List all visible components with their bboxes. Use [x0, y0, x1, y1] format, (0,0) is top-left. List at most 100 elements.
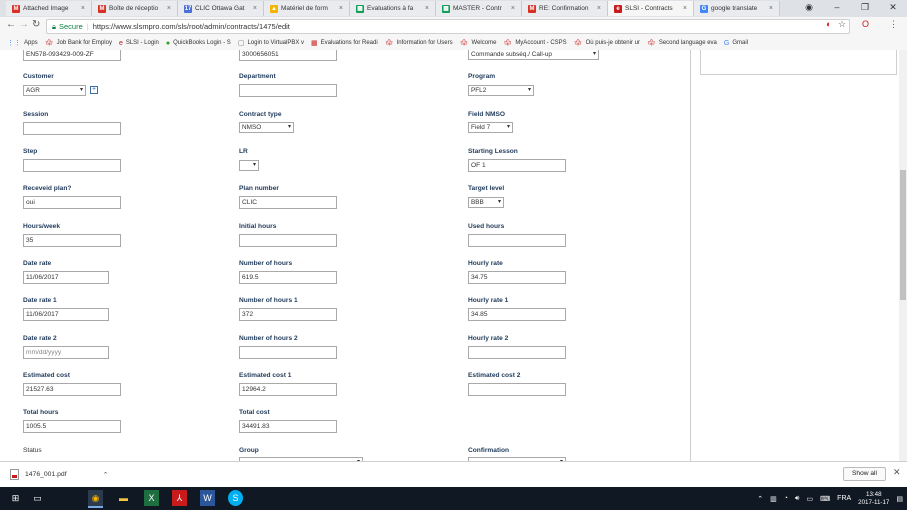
forward-button[interactable]: →	[19, 19, 29, 30]
customer-select[interactable]: AGR	[23, 85, 86, 96]
plan-number-field[interactable]: CLIC	[239, 196, 337, 209]
number-of-hours-1-field[interactable]: 372	[239, 308, 337, 321]
contract-type-select[interactable]: NMSO	[239, 122, 294, 133]
tab-close-icon[interactable]: ×	[339, 5, 343, 12]
bookmark-item[interactable]: ▦ Evaluations for Readi	[311, 39, 378, 47]
hourly-rate-field[interactable]: 34.75	[468, 271, 566, 284]
tab-close-icon[interactable]: ×	[167, 5, 171, 12]
starting-lesson-field[interactable]: OF 1	[468, 159, 566, 172]
bookmark-item[interactable]: ▢ Login to VirtualPBX v	[238, 39, 304, 47]
keyboard-icon[interactable]: ⌨	[820, 495, 830, 503]
bookmark-item[interactable]: 🍁︎ Second language eva	[647, 39, 717, 47]
word-icon[interactable]: W	[200, 490, 215, 506]
total-hours-field[interactable]: 1005.5	[23, 420, 121, 433]
lr-label: LR	[239, 148, 248, 155]
target-level-select[interactable]: BBB	[468, 197, 504, 208]
bookmark-item[interactable]: ⋮⋮ Apps	[7, 39, 38, 47]
bookmark-item[interactable]: ● QuickBooks Login - S	[166, 40, 231, 47]
tab-close-icon[interactable]: ×	[81, 5, 85, 12]
browser-tab[interactable]: M Boîte de réceptio ×	[92, 1, 178, 16]
used-hours-field[interactable]	[468, 234, 566, 247]
file-explorer-icon[interactable]: ▬	[116, 490, 131, 506]
bookmark-item[interactable]: e SLSI - Login	[119, 40, 159, 47]
po-number-field[interactable]: 3000656051	[239, 50, 337, 61]
step-field[interactable]	[23, 159, 121, 172]
bookmark-item[interactable]: 🍁︎ Job Bank for Employ	[45, 39, 112, 47]
download-item[interactable]: 1476_001.pdf ⌃	[10, 469, 108, 480]
opera-extension-icon[interactable]: O	[862, 19, 869, 29]
browser-tab[interactable]: M RE: Confirmation ×	[522, 1, 608, 16]
hourly-rate-1-field[interactable]: 34.85	[468, 308, 566, 321]
extension-icon[interactable]: ◐	[826, 19, 831, 29]
call-up-select[interactable]: Commande subséq./ Call-up	[468, 50, 599, 60]
estimated-cost-1-field[interactable]: 12964.2	[239, 383, 337, 396]
initial-hours-field[interactable]	[239, 234, 337, 247]
scrollbar-thumb[interactable]	[900, 170, 906, 300]
battery-icon[interactable]: ▭	[806, 495, 813, 503]
close-downloads-icon[interactable]: ✕	[893, 467, 901, 478]
chrome-taskbar-icon[interactable]: ◉	[88, 490, 103, 508]
hourly-rate-2-field[interactable]	[468, 346, 566, 359]
browser-tab[interactable]: e SLSI - Contracts ×	[608, 1, 694, 16]
excel-icon[interactable]: X	[144, 490, 159, 506]
network-icon[interactable]: ▥	[770, 495, 777, 503]
lr-select[interactable]	[239, 160, 259, 171]
bookmark-item[interactable]: 🍁︎ Où puis-je obtenir ur	[574, 39, 640, 47]
session-field[interactable]	[23, 122, 121, 135]
show-all-button[interactable]: Show all	[843, 467, 886, 481]
address-bar[interactable]: 🔒︎ Secure | https://www.slsmpro.com/sls/…	[46, 19, 850, 34]
bookmark-item[interactable]: 🍁︎ MyAccount - CSPS	[503, 39, 566, 47]
tab-close-icon[interactable]: ×	[597, 5, 601, 12]
department-field[interactable]	[239, 84, 337, 97]
browser-tab[interactable]: Ggoogle translate ×	[694, 1, 780, 16]
total-cost-field[interactable]: 34491.83	[239, 420, 337, 433]
browser-tab[interactable]: ▦ MASTER - Contr ×	[436, 1, 522, 16]
language-indicator[interactable]: FRA	[837, 495, 851, 502]
notifications-icon[interactable]: ▤	[896, 495, 903, 503]
close-window-button[interactable]: ✕	[879, 0, 907, 15]
date-rate-2-field[interactable]: mm/dd/yyyy	[23, 346, 109, 359]
tab-title: Boîte de réceptio	[109, 5, 159, 12]
add-customer-button[interactable]: +	[90, 86, 98, 94]
skype-icon[interactable]: S	[228, 490, 243, 506]
profile-icon[interactable]: ◉	[795, 0, 823, 15]
estimated-cost-field[interactable]: 21527.63	[23, 383, 121, 396]
acrobat-icon[interactable]: ⅄	[172, 490, 187, 506]
bookmark-item[interactable]: 🍁︎ Information for Users	[385, 39, 453, 47]
estimated-cost-2-field[interactable]	[468, 383, 566, 396]
field-nmso-select[interactable]: Field 7	[468, 122, 513, 133]
bookmark-item[interactable]: 🍁︎ Welcome	[460, 39, 497, 47]
program-select[interactable]: PFL2	[468, 85, 534, 96]
browser-tab[interactable]: 17 CLIC Ottawa Gat ×	[178, 1, 264, 16]
tab-close-icon[interactable]: ×	[683, 5, 687, 12]
task-view-icon[interactable]: ▭	[30, 490, 45, 506]
hours-week-field[interactable]: 35	[23, 234, 121, 247]
tab-close-icon[interactable]: ×	[425, 5, 429, 12]
tab-close-icon[interactable]: ×	[769, 5, 773, 12]
number-of-hours-field[interactable]: 619.5	[239, 271, 337, 284]
chevron-up-icon[interactable]: ⌃	[103, 471, 109, 479]
tab-close-icon[interactable]: ×	[253, 5, 257, 12]
tab-close-icon[interactable]: ×	[511, 5, 515, 12]
page-scrollbar[interactable]	[899, 50, 907, 461]
menu-icon[interactable]: ⋮	[889, 19, 898, 30]
bookmark-star-icon[interactable]: ☆	[838, 19, 846, 30]
volume-icon[interactable]: 🔊︎	[795, 495, 799, 503]
restore-button[interactable]: ❐	[851, 0, 879, 15]
received-plan-field[interactable]: oui	[23, 196, 121, 209]
browser-tab[interactable]: ▲ Matériel de form ×	[264, 1, 350, 16]
wifi-icon[interactable]: ◔	[784, 495, 788, 502]
reload-button[interactable]: ↻	[32, 19, 40, 30]
clock[interactable]: 13:48 2017-11-17	[858, 491, 889, 507]
tray-chevron-icon[interactable]: ⌃	[757, 495, 763, 503]
date-rate-field[interactable]: 11/06/2017	[23, 271, 109, 284]
windows-start-icon[interactable]: ⊞	[8, 490, 23, 506]
number-of-hours-2-field[interactable]	[239, 346, 337, 359]
browser-tab[interactable]: M Attached Image ×	[6, 1, 92, 16]
bookmark-item[interactable]: G Gmail	[724, 40, 748, 47]
minimize-button[interactable]: –	[823, 0, 851, 15]
contract-number-field[interactable]: EN578-093429-009-ZF	[23, 50, 121, 61]
browser-tab[interactable]: ▦ Evaluations à fa ×	[350, 1, 436, 16]
back-button[interactable]: ←	[6, 19, 16, 30]
date-rate-1-field[interactable]: 11/06/2017	[23, 308, 109, 321]
